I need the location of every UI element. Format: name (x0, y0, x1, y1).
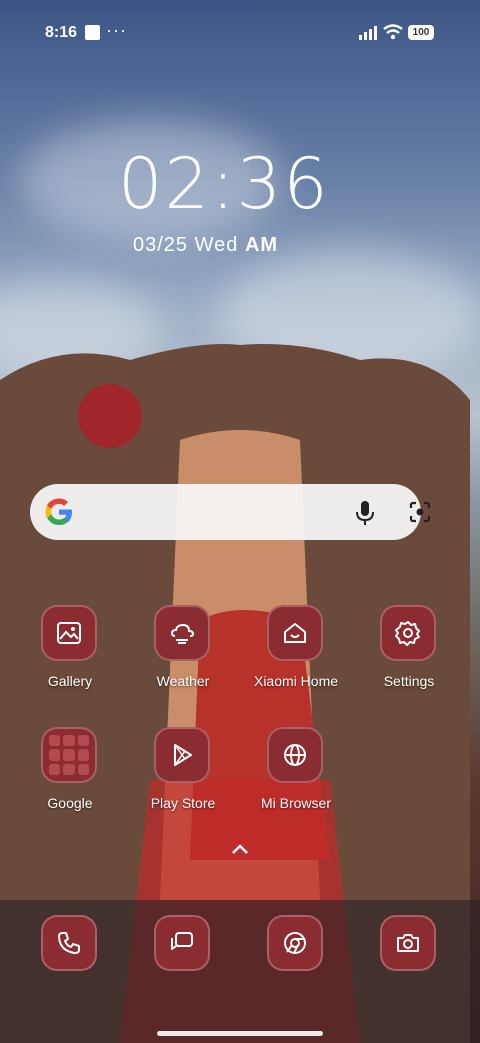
home-icon (267, 605, 323, 661)
app-label: Play Store (150, 795, 216, 811)
app-settings[interactable]: Settings (353, 605, 465, 715)
app-label: Settings (383, 673, 435, 689)
globe-icon (267, 727, 323, 783)
folder-icon (41, 727, 97, 783)
app-label: Weather (156, 673, 210, 689)
gallery-icon (41, 605, 97, 661)
phone-icon (41, 915, 97, 971)
ampm-text: AM (244, 234, 279, 256)
chrome-icon (267, 915, 323, 971)
dock-camera[interactable] (353, 915, 465, 1025)
status-bar: 8:16 ··· 100 (0, 0, 480, 64)
gear-icon (380, 605, 436, 661)
notification-icon (85, 25, 100, 40)
signal-icon (359, 26, 377, 40)
dock-chrome[interactable] (240, 915, 352, 1025)
dock-messages[interactable] (127, 915, 239, 1025)
messages-icon (154, 915, 210, 971)
battery-icon: 100 (408, 25, 434, 40)
google-search-bar[interactable] (30, 484, 431, 540)
chevron-up-icon[interactable] (230, 842, 250, 856)
folder-google[interactable]: Google (14, 727, 126, 837)
app-label: Mi Browser (260, 795, 331, 811)
weather-icon (154, 605, 210, 661)
play-icon (154, 727, 210, 783)
wifi-icon (383, 24, 403, 40)
app-gallery[interactable]: Gallery (14, 605, 126, 715)
dock-phone[interactable] (14, 915, 126, 1025)
google-logo-icon (45, 498, 72, 525)
status-time: 8:16 (45, 24, 78, 41)
app-weather[interactable]: Weather (127, 605, 239, 715)
app-play-store[interactable]: Play Store (127, 727, 239, 837)
lockscreen-clock: 02:36 (118, 143, 330, 225)
app-mi-browser[interactable]: Mi Browser (240, 727, 352, 837)
app-xiaomi-home[interactable]: Xiaomi Home (240, 605, 352, 715)
google-lens-icon[interactable] (408, 500, 432, 524)
app-label: Google (47, 795, 93, 811)
more-notifications-icon: ··· (106, 20, 127, 40)
lockscreen-date: 03/25 Wed AM (133, 234, 278, 257)
camera-icon (380, 915, 436, 971)
app-label: Xiaomi Home (253, 673, 339, 689)
date-text: 03/25 Wed (133, 234, 239, 256)
app-label: Gallery (47, 673, 93, 689)
voice-search-icon[interactable] (354, 500, 376, 526)
gesture-handle[interactable] (157, 1031, 323, 1036)
